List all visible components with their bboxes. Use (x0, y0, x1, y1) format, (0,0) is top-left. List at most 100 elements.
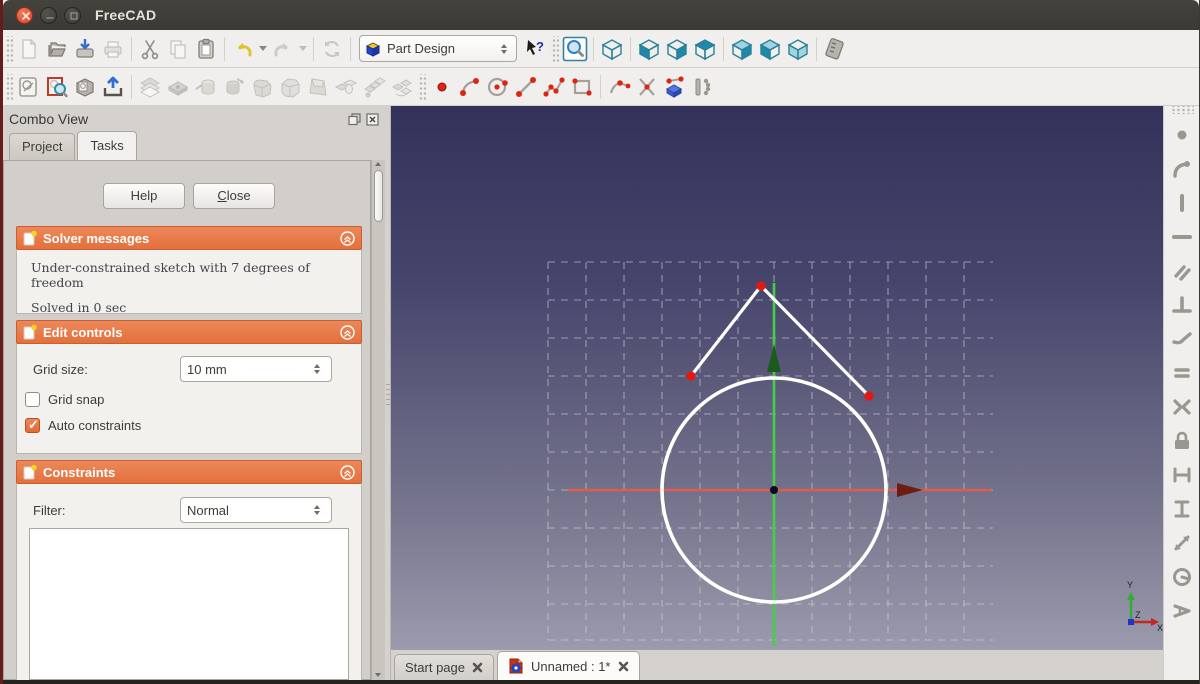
fillet-button[interactable] (248, 73, 276, 101)
constraint-parallel-button[interactable] (1169, 258, 1195, 284)
constraint-point-on-object-button[interactable] (1169, 156, 1195, 182)
constraint-symmetric-button[interactable] (1169, 394, 1195, 420)
constraint-internal-angle-button[interactable] (1169, 598, 1195, 624)
constraint-coincident-button[interactable] (1169, 122, 1195, 148)
create-line-button[interactable] (512, 73, 540, 101)
help-button[interactable]: Help (103, 183, 185, 209)
sketch-vertex-right[interactable] (864, 391, 874, 401)
view-bottom-button[interactable] (784, 35, 812, 63)
constraint-perpendicular-button[interactable] (1169, 292, 1195, 318)
redo-button[interactable] (269, 35, 297, 63)
undo-button[interactable] (229, 35, 257, 63)
fit-all-button[interactable] (561, 35, 589, 63)
whats-this-button[interactable]: ? (521, 35, 549, 63)
constraints-list[interactable] (29, 528, 349, 680)
tab-start-page[interactable]: Start page (394, 654, 494, 680)
create-point-button[interactable] (428, 73, 456, 101)
constraint-vertical-distance-button[interactable] (1169, 496, 1195, 522)
tab-project[interactable]: Project (9, 133, 76, 160)
open-file-button[interactable] (43, 35, 71, 63)
3d-viewport[interactable]: Y X Z (391, 106, 1166, 650)
groove-button[interactable] (220, 73, 248, 101)
pocket-button[interactable] (164, 73, 192, 101)
toolbar-drag-handle[interactable] (551, 35, 559, 62)
paste-button[interactable] (192, 35, 220, 63)
panel-scrollbar[interactable] (371, 160, 385, 680)
edit-sketch-button[interactable] (43, 73, 71, 101)
toolbar-drag-handle[interactable] (5, 73, 13, 100)
tab-unnamed-document[interactable]: Unnamed : 1* (497, 651, 640, 680)
constraint-filter-combobox[interactable]: Normal (180, 497, 332, 523)
tab-tasks[interactable]: Tasks (77, 131, 137, 160)
trim-button[interactable] (633, 73, 661, 101)
pad-button[interactable] (136, 73, 164, 101)
view-front-button[interactable] (635, 35, 663, 63)
spinbox-arrows[interactable] (309, 364, 325, 374)
chamfer-button[interactable] (276, 73, 304, 101)
map-sketch-button[interactable] (71, 73, 99, 101)
constraint-equal-button[interactable] (1169, 360, 1195, 386)
sketch-vertex-apex[interactable] (756, 281, 766, 291)
view-rear-button[interactable] (728, 35, 756, 63)
constraint-radius-button[interactable] (1169, 564, 1195, 590)
close-tab-icon[interactable] (472, 662, 483, 673)
panel-float-icon[interactable] (348, 112, 361, 126)
polar-pattern-button[interactable] (388, 73, 416, 101)
sketch-line-left[interactable] (689, 285, 763, 377)
leave-sketch-button[interactable] (99, 73, 127, 101)
measure-button[interactable] (821, 35, 849, 63)
window-minimize-button[interactable] (40, 6, 57, 24)
scroll-down-icon[interactable] (375, 673, 381, 677)
create-polyline-button[interactable] (540, 73, 568, 101)
undo-dropdown[interactable] (257, 35, 269, 63)
redo-dropdown[interactable] (297, 35, 309, 63)
constraint-lock-button[interactable] (1169, 428, 1195, 454)
close-button[interactable]: Close (193, 183, 275, 209)
workbench-selector[interactable]: Part Design (359, 35, 517, 62)
sketch-vertex-left[interactable] (686, 371, 696, 381)
view-top-button[interactable] (691, 35, 719, 63)
constraints-header[interactable]: Constraints (16, 460, 362, 484)
create-circle-button[interactable] (484, 73, 512, 101)
draft-button[interactable] (304, 73, 332, 101)
constraint-vertical-button[interactable] (1169, 190, 1195, 216)
view-right-button[interactable] (663, 35, 691, 63)
print-button[interactable] (99, 35, 127, 63)
constraint-horizontal-distance-button[interactable] (1169, 462, 1195, 488)
mirrored-button[interactable] (332, 73, 360, 101)
create-rectangle-button[interactable] (568, 73, 596, 101)
constraint-tangent-button[interactable] (1169, 326, 1195, 352)
origin-point[interactable] (770, 486, 778, 494)
constraint-horizontal-button[interactable] (1169, 224, 1195, 250)
auto-constraints-checkbox[interactable] (25, 417, 40, 433)
construction-mode-button[interactable] (689, 73, 717, 101)
linear-pattern-button[interactable] (360, 73, 388, 101)
grid-snap-checkbox[interactable] (25, 392, 40, 407)
grid-size-spinbox[interactable]: 10 mm (180, 356, 332, 382)
toolbar-drag-handle[interactable] (418, 73, 426, 100)
collapse-section-icon[interactable] (340, 464, 355, 480)
copy-button[interactable] (164, 35, 192, 63)
scroll-up-icon[interactable] (375, 162, 381, 166)
create-arc-button[interactable] (456, 73, 484, 101)
collapse-section-icon[interactable] (340, 324, 355, 340)
panel-scrollbar-thumb[interactable] (374, 170, 383, 222)
window-close-button[interactable] (16, 6, 33, 24)
window-maximize-button[interactable] (64, 6, 81, 24)
panel-close-icon[interactable] (366, 112, 379, 126)
edit-controls-header[interactable]: Edit controls (16, 320, 362, 344)
view-left-button[interactable] (756, 35, 784, 63)
combobox-arrows[interactable] (309, 505, 325, 515)
new-sketch-button[interactable] (15, 73, 43, 101)
collapse-section-icon[interactable] (340, 230, 355, 246)
save-button[interactable] (71, 35, 99, 63)
sketch-fillet-button[interactable] (605, 73, 633, 101)
revolution-button[interactable] (192, 73, 220, 101)
close-tab-icon[interactable] (618, 661, 629, 672)
new-file-button[interactable] (15, 35, 43, 63)
external-geometry-button[interactable] (661, 73, 689, 101)
refresh-button[interactable] (318, 35, 346, 63)
constraint-distance-button[interactable] (1169, 530, 1195, 556)
cut-button[interactable] (136, 35, 164, 63)
toolbar-drag-handle[interactable] (1169, 106, 1194, 114)
